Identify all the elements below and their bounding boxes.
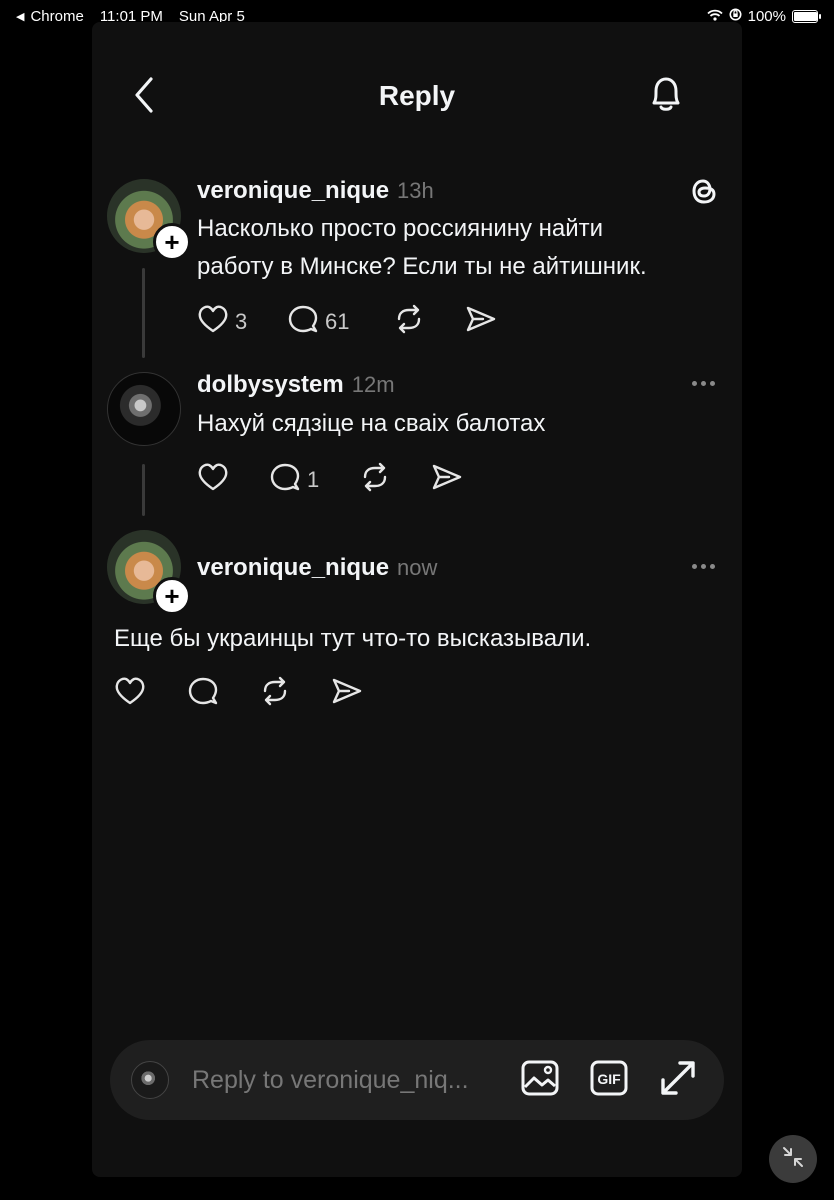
gif-button[interactable]: GIF bbox=[587, 1058, 631, 1102]
comment-button[interactable]: 61 bbox=[287, 304, 393, 340]
battery-percent: 100% bbox=[747, 8, 786, 25]
repost-button[interactable] bbox=[259, 676, 331, 712]
like-button[interactable] bbox=[197, 462, 269, 498]
comment-button[interactable] bbox=[187, 676, 259, 712]
repost-icon bbox=[359, 462, 391, 498]
battery-icon bbox=[792, 10, 821, 23]
more-icon[interactable] bbox=[692, 381, 715, 386]
send-icon bbox=[331, 676, 363, 712]
thread-line bbox=[142, 464, 145, 516]
comment-bubble-icon bbox=[287, 304, 319, 340]
comment-bubble-icon bbox=[269, 462, 301, 498]
send-icon bbox=[465, 304, 497, 340]
like-button[interactable]: 3 bbox=[197, 304, 287, 340]
collapse-arrows-icon bbox=[781, 1145, 805, 1174]
minimize-button[interactable] bbox=[769, 1135, 817, 1183]
threads-logo-icon[interactable] bbox=[688, 174, 722, 213]
expand-icon bbox=[658, 1058, 698, 1103]
heart-icon bbox=[197, 304, 229, 340]
like-button[interactable] bbox=[114, 676, 187, 712]
expand-button[interactable] bbox=[656, 1058, 700, 1102]
composer-avatar bbox=[131, 1061, 169, 1099]
repost-icon bbox=[259, 676, 291, 712]
reply-composer[interactable]: Reply to veronique_niq... GIF bbox=[110, 1040, 724, 1120]
post-username[interactable]: veronique_nique now bbox=[197, 554, 437, 582]
gif-icon: GIF bbox=[589, 1059, 629, 1102]
post-time: 12m bbox=[351, 372, 395, 397]
post-actions: 3 61 bbox=[197, 304, 497, 340]
post-username[interactable]: veronique_nique 13h bbox=[197, 177, 434, 205]
comment-count: 61 bbox=[325, 309, 350, 334]
repost-button[interactable] bbox=[359, 462, 431, 498]
more-icon[interactable] bbox=[692, 564, 715, 569]
share-button[interactable] bbox=[331, 676, 363, 712]
post-text: Нахуй сядзіце на сваіх балотах bbox=[197, 410, 546, 437]
repost-icon bbox=[393, 304, 425, 340]
image-icon bbox=[520, 1059, 560, 1102]
reply-sheet: Reply + veronique_nique 13h Насколько про… bbox=[92, 22, 742, 1177]
post-text: Насколько просто россиянину найти работу… bbox=[197, 210, 647, 286]
attach-image-button[interactable] bbox=[518, 1058, 562, 1102]
follow-plus-icon[interactable]: + bbox=[153, 577, 191, 615]
battery-fill bbox=[794, 12, 817, 21]
comment-bubble-icon bbox=[187, 676, 219, 712]
post-actions: 1 bbox=[197, 462, 463, 498]
username-text[interactable]: dolbysystem bbox=[197, 371, 344, 398]
heart-icon bbox=[114, 676, 146, 712]
username-text[interactable]: veronique_nique bbox=[197, 554, 389, 581]
post-time: 13h bbox=[397, 178, 434, 203]
reply-input[interactable]: Reply to veronique_niq... bbox=[192, 1066, 492, 1095]
post-text-line: Насколько просто россиянину найти bbox=[197, 215, 604, 242]
post-actions bbox=[114, 676, 363, 712]
username-text[interactable]: veronique_nique bbox=[197, 177, 389, 204]
header: Reply bbox=[92, 22, 742, 172]
notifications-button[interactable] bbox=[644, 74, 688, 118]
post-text: Еще бы украинцы тут что-то высказывали. bbox=[114, 625, 592, 652]
bell-icon bbox=[648, 74, 684, 119]
back-to-app-icon: ◀ bbox=[16, 11, 25, 23]
back-to-app-label[interactable]: Chrome bbox=[30, 8, 83, 25]
post-username[interactable]: dolbysystem 12m bbox=[197, 371, 395, 399]
avatar[interactable] bbox=[107, 372, 181, 446]
like-count: 3 bbox=[235, 309, 248, 334]
send-icon bbox=[431, 462, 463, 498]
heart-icon bbox=[197, 462, 229, 498]
follow-plus-icon[interactable]: + bbox=[153, 223, 191, 261]
share-button[interactable] bbox=[431, 462, 463, 498]
post-text-line: работу в Минске? Если ты не айтишник. bbox=[197, 253, 647, 280]
svg-text:GIF: GIF bbox=[597, 1071, 621, 1087]
repost-button[interactable] bbox=[393, 304, 465, 340]
post-time: now bbox=[397, 555, 438, 580]
thread-line bbox=[142, 268, 145, 358]
share-button[interactable] bbox=[465, 304, 497, 340]
comment-button[interactable]: 1 bbox=[269, 462, 359, 498]
comment-count: 1 bbox=[307, 467, 320, 492]
